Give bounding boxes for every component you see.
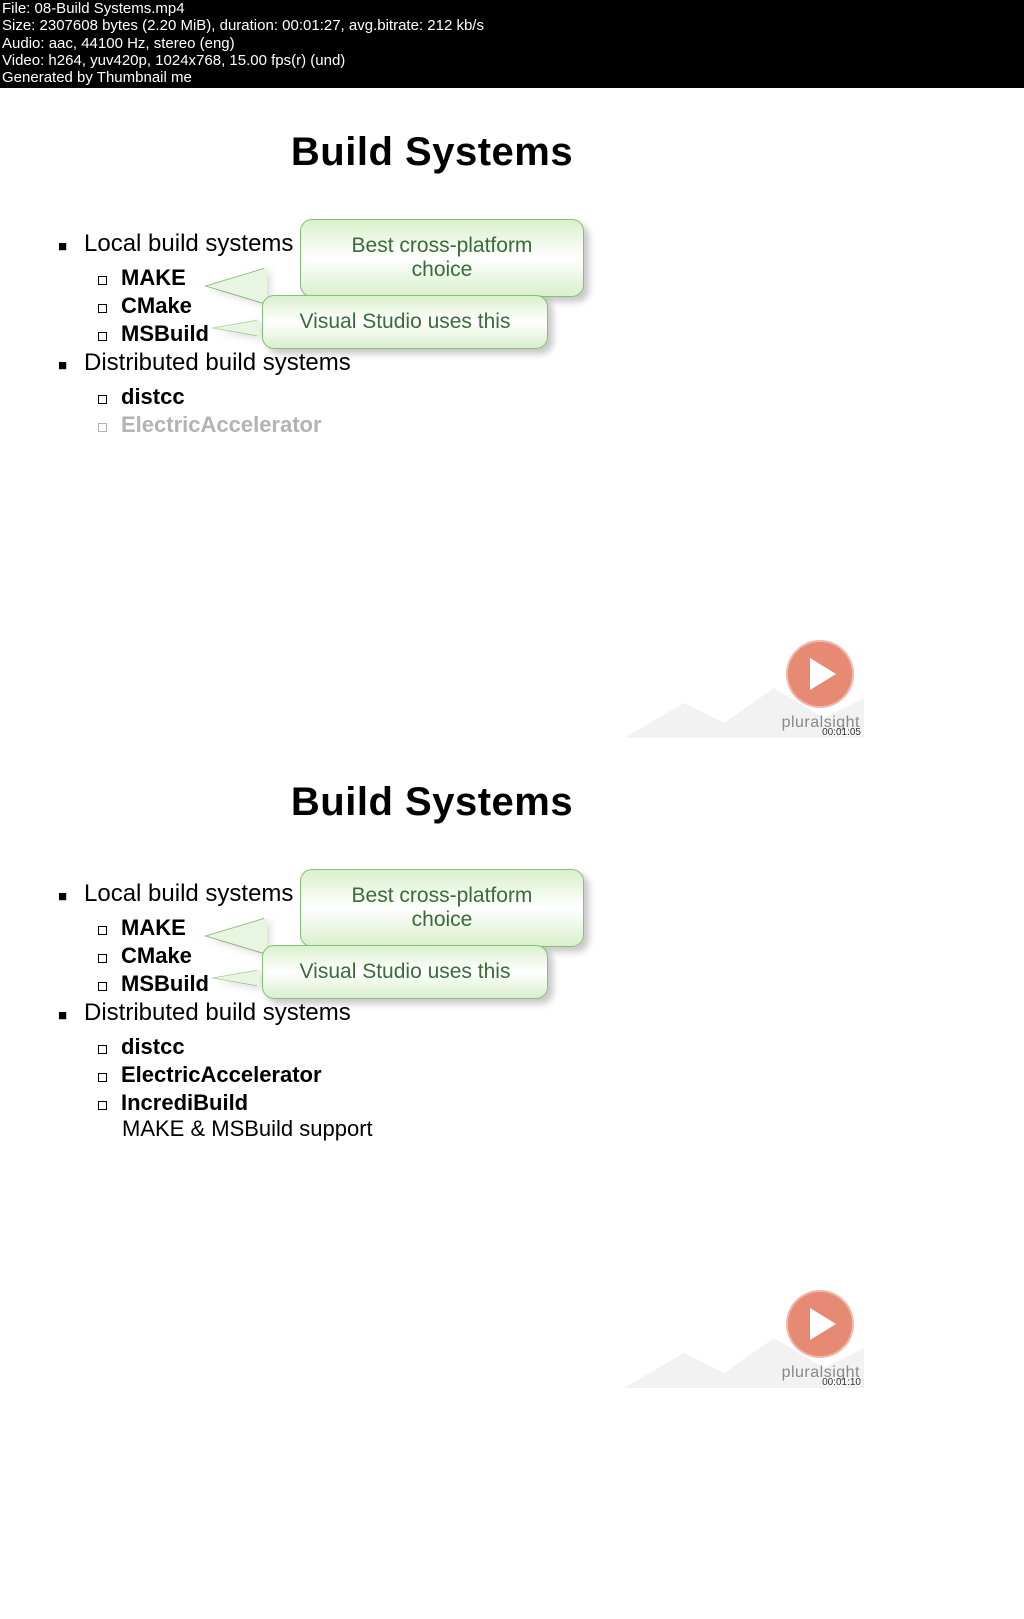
meta-gen: Generated by Thumbnail me [2,69,1022,86]
frame-timestamp: 00:01:05 [822,727,861,738]
callout-cmake: Best cross-platform choice [300,219,584,297]
heading-distributed: ■Distributed build systems [58,349,864,378]
callout-msbuild: Visual Studio uses this [262,295,548,349]
play-icon [786,1290,854,1358]
item-incredibuild-sub: MAKE & MSBuild support [58,1116,864,1142]
video-metadata-header: File: 08-Build Systems.mp4 Size: 2307608… [0,0,1024,88]
heading-distributed: ■Distributed build systems [58,999,864,1028]
play-icon [786,640,854,708]
item-electric-dimmed: ElectricAccelerator [58,412,864,438]
item-incredibuild: IncrediBuild [58,1090,864,1116]
meta-audio: Audio: aac, 44100 Hz, stereo (eng) [2,35,1022,52]
thumbnail-frame-1: Build Systems ■Local build systems MAKE … [0,88,864,738]
frame-timestamp: 00:01:10 [822,1377,861,1388]
meta-file: File: 08-Build Systems.mp4 [2,0,1022,17]
meta-video: Video: h264, yuv420p, 1024x768, 15.00 fp… [2,52,1022,69]
meta-size: Size: 2307608 bytes (2.20 MiB), duration… [2,17,1022,34]
slide-title: Build Systems [0,738,864,825]
item-distcc: distcc [58,1034,864,1060]
slide-title: Build Systems [0,88,864,175]
thumbnail-frame-2: Build Systems ■Local build systems MAKE … [0,738,864,1388]
item-electric: ElectricAccelerator [58,1062,864,1088]
callout-cmake: Best cross-platform choice [300,869,584,947]
item-distcc: distcc [58,384,864,410]
callout-msbuild: Visual Studio uses this [262,945,548,999]
